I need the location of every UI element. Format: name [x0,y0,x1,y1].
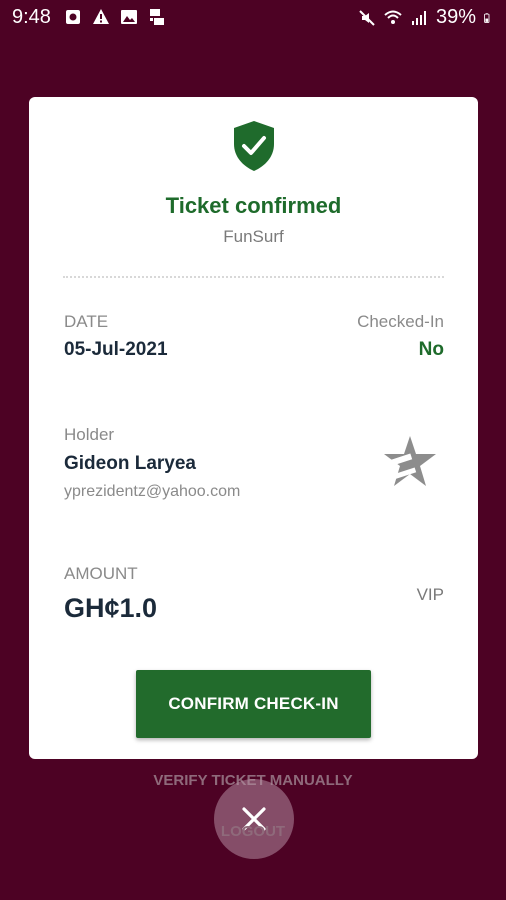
logout-link[interactable]: LOGOUT [0,823,506,840]
status-time: 9:48 [12,6,51,28]
app-notification-icon [66,10,80,24]
system-icons: 39% [358,6,494,29]
sim-icon [150,9,164,25]
status-bar: 9:48 39% [0,0,506,36]
checked-in-value: No [418,339,444,360]
ticket-status-title: Ticket confirmed [165,193,342,218]
battery-percent: 39% [435,6,476,28]
notification-icons [64,8,166,26]
wifi-icon [384,10,402,24]
dotted-divider [63,276,444,278]
amount-label: AMOUNT [64,564,138,583]
holder-email: yprezidentz@yahoo.com [64,483,241,500]
signal-icon [411,10,426,25]
confirm-check-in-button[interactable]: CONFIRM CHECK-IN [136,670,371,738]
holder-label: Holder [64,425,115,444]
mute-icon [359,9,375,26]
checked-in-label: Checked-In [357,312,444,331]
amount-value: GH¢1.0 [64,593,158,623]
date-value: 05-Jul-2021 [64,339,168,360]
event-name: FunSurf [223,227,284,246]
date-label: DATE [64,312,109,331]
star-icon [382,436,436,486]
holder-name: Gideon Laryea [64,453,196,474]
battery-icon [484,12,490,23]
ticket-card: Ticket confirmed FunSurf DATE 05-Jul-202… [29,97,478,759]
image-icon [121,10,137,24]
ticket-tier: VIP [416,585,444,604]
warning-icon [93,9,109,24]
shield-check-icon [234,121,274,171]
